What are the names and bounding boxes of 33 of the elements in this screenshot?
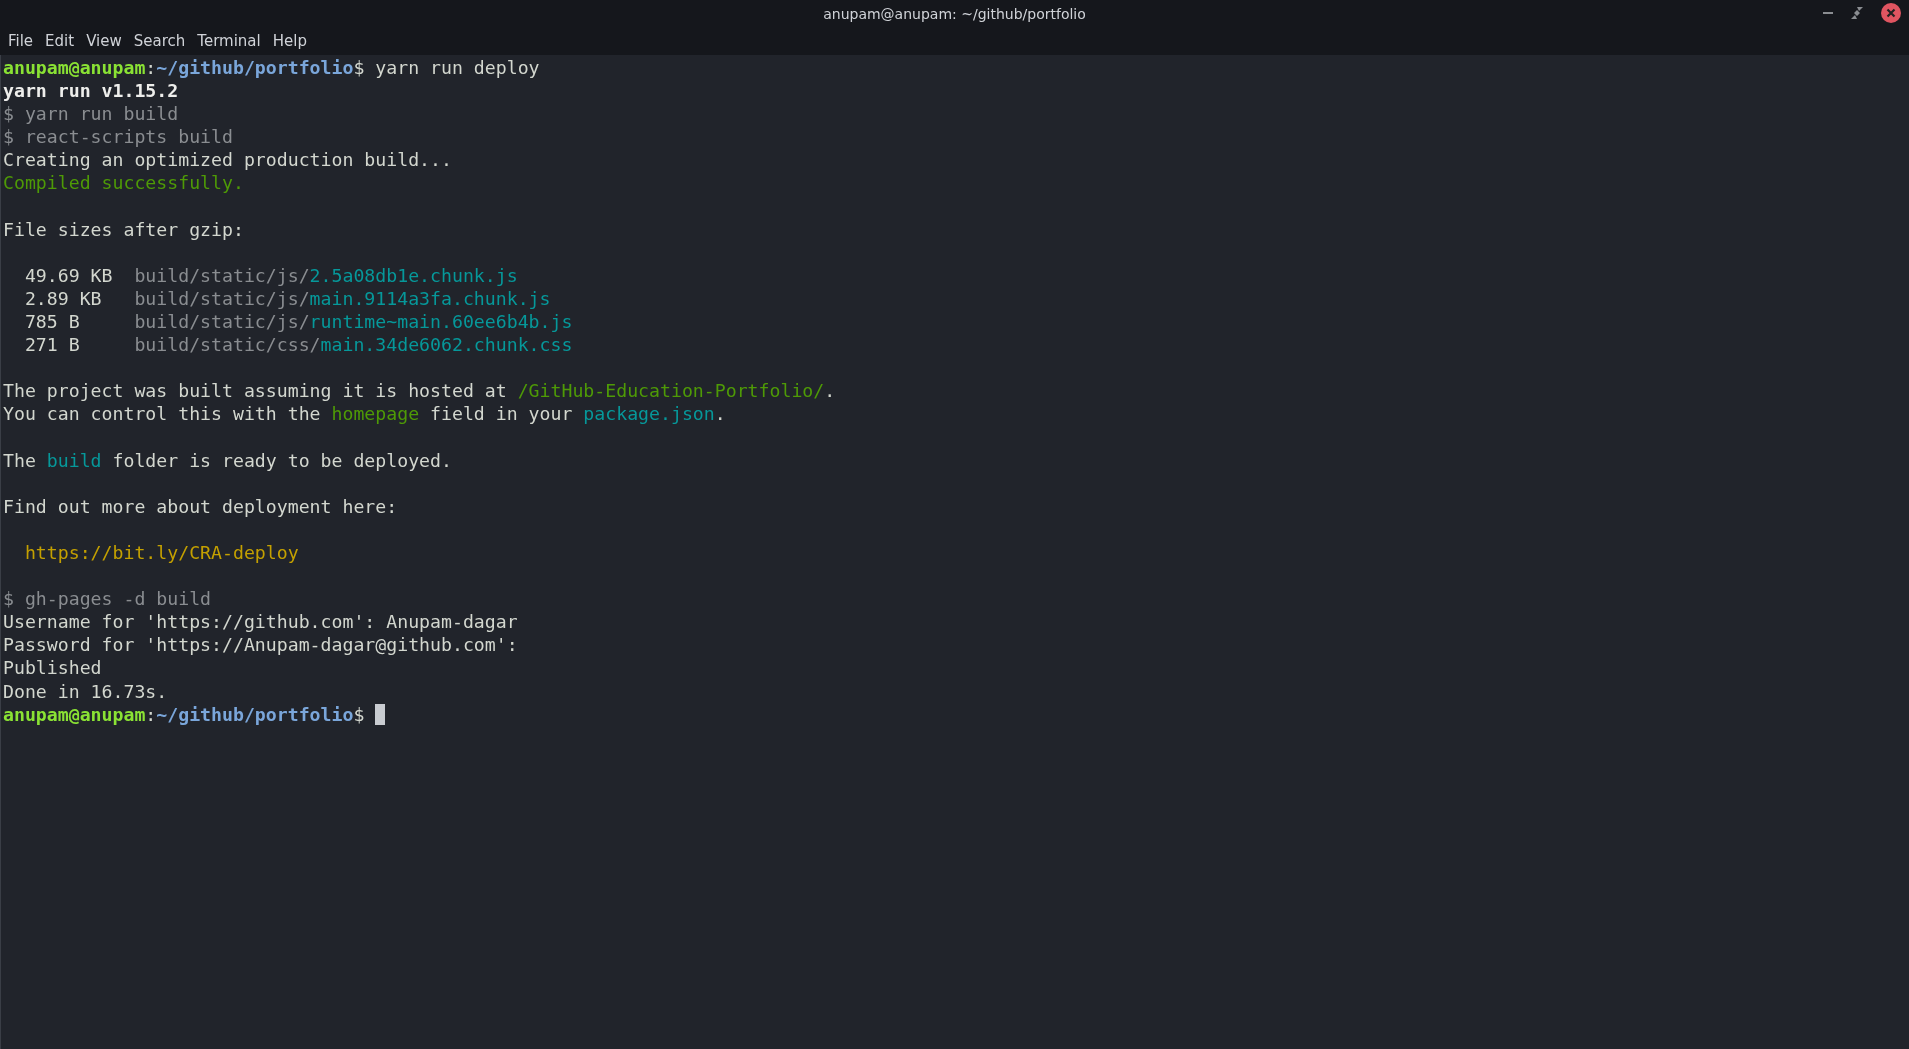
terminal-line: 271 B build/static/css/main.34de6062.chunk.css <box>23 333 573 357</box>
terminal-line: The build folder is ready to be deployed. <box>3 448 452 472</box>
terminal-line: 785 B build/static/js/runtime~main.60ee6b4b.js <box>23 310 573 334</box>
terminal-line: yarn run v1.15.2 <box>3 79 179 103</box>
menu-item[interactable]: Help <box>268 32 315 50</box>
terminal-line: The project was built assuming it is hosted at /GitHub-Education-Portfolio/. <box>3 379 836 403</box>
prompt-line: anupam@anupam:~/github/portfolio$ <box>3 702 366 726</box>
terminal-line: $ yarn run build <box>3 102 179 126</box>
minimize-icon[interactable] <box>1823 11 1833 15</box>
window-title: anupam@anupam: ~/github/portfolio <box>823 5 1086 22</box>
cursor <box>375 703 386 725</box>
terminal-line: Creating an optimized production build... <box>3 148 452 172</box>
menu-item[interactable]: Terminal <box>193 32 269 50</box>
terminal-line: 2.89 KB build/static/js/main.9114a3fa.chunk.js <box>23 286 551 311</box>
terminal-line: Username for 'https://github.com': Anupam-dagar <box>3 610 518 634</box>
terminal-line: 49.69 KB build/static/js/2.5a08db1e.chunk.js <box>23 263 518 287</box>
terminal-line: $ gh-pages -d build <box>3 587 212 611</box>
terminal-line: Compiled successfully. <box>3 171 244 195</box>
terminal-line: anupam@anupam:~/github/portfolio$ yarn run deploy <box>3 56 540 80</box>
terminal-line: Password for 'https://Anupam-dagar@github.com': <box>3 633 518 657</box>
menu-item[interactable]: File <box>4 32 42 50</box>
menu-item[interactable]: View <box>82 32 130 50</box>
restore-icon[interactable] <box>1851 7 1863 19</box>
close-icon[interactable] <box>1881 3 1901 23</box>
terminal-line: Published <box>3 656 102 680</box>
terminal-line: https://bit.ly/CRA-deploy <box>23 540 299 565</box>
terminal-line: File sizes after gzip: <box>3 217 244 241</box>
menu-item[interactable]: Edit <box>41 32 83 50</box>
menu-item[interactable]: Search <box>129 32 194 50</box>
terminal-line: Find out more about deployment here: <box>3 494 398 518</box>
terminal-line: You can control this with the homepage field in your package.json. <box>3 402 726 426</box>
terminal-line: $ react-scripts build <box>3 125 233 149</box>
terminal-line: Done in 16.73s. <box>3 679 168 703</box>
